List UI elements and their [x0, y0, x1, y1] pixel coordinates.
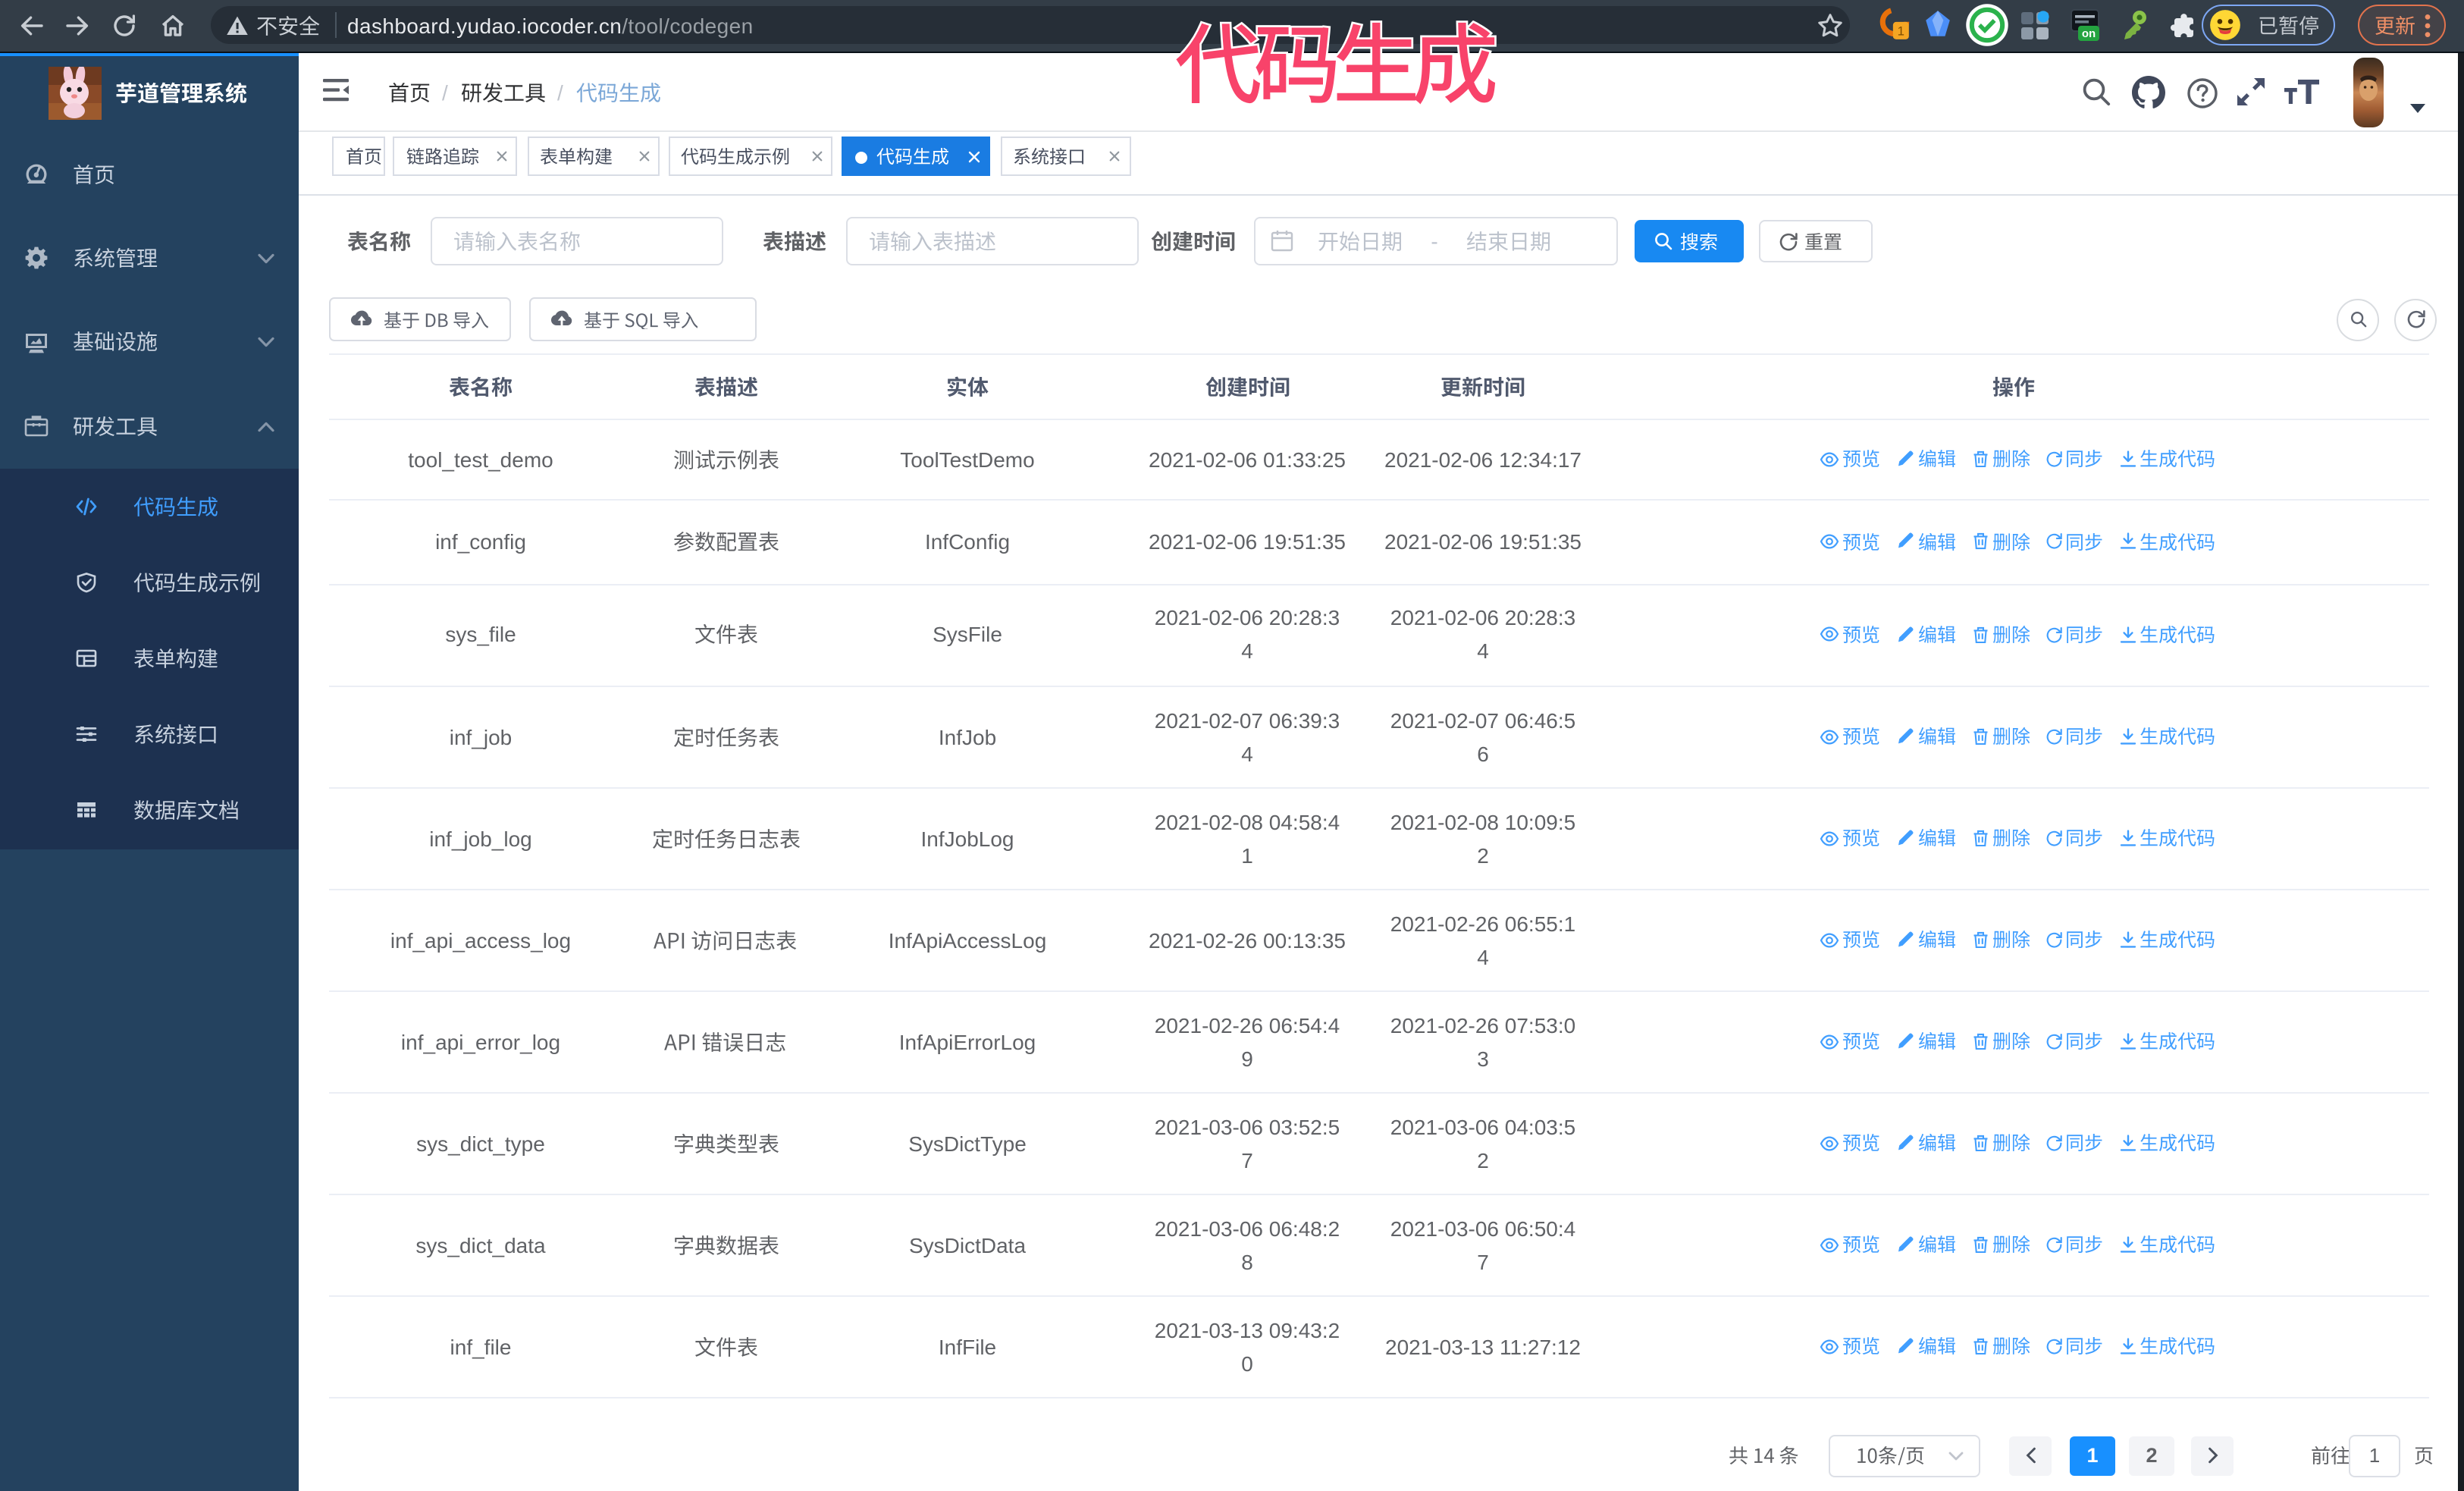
- svg-text:on: on: [2082, 27, 2096, 40]
- svg-text:1: 1: [1898, 24, 1904, 39]
